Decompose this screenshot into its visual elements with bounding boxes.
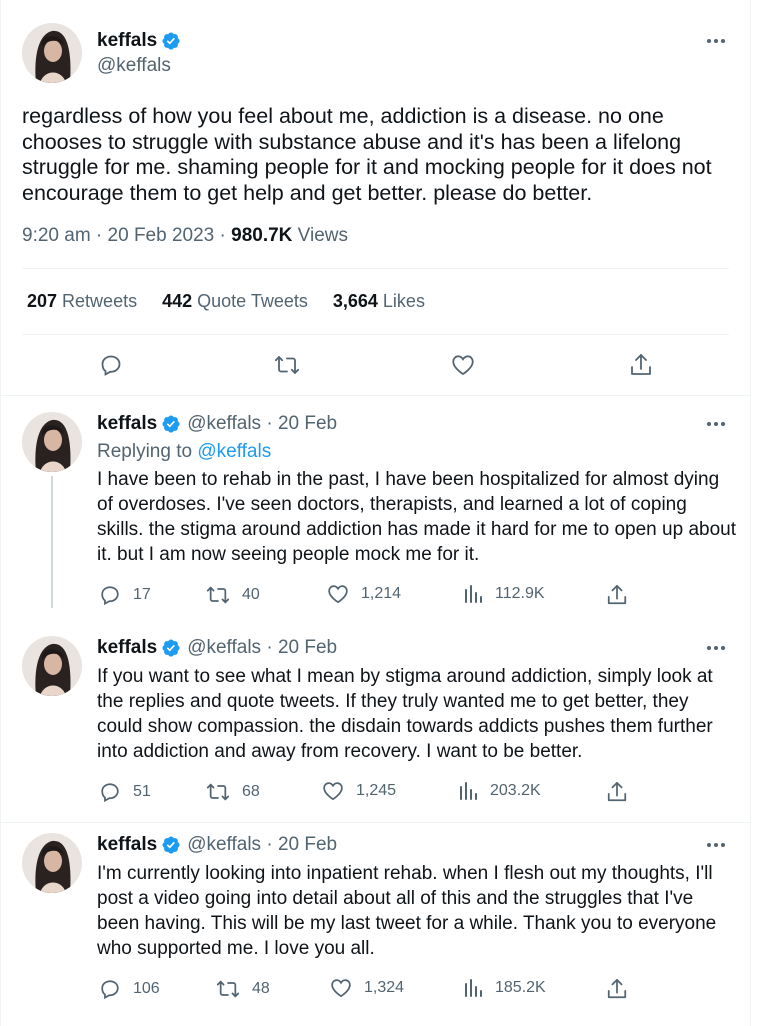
views-count: 185.2K xyxy=(495,979,546,996)
author-name-row: keffals @keffals · 20 Feb xyxy=(97,413,337,435)
like-icon xyxy=(323,782,343,801)
avatar-image xyxy=(22,833,82,893)
retweets-stat[interactable]: 207 Retweets xyxy=(27,291,137,312)
likes-count: 3,664 xyxy=(332,291,378,311)
verified-badge-icon xyxy=(161,638,181,658)
quote-tweets-stat[interactable]: 442 Quote Tweets xyxy=(162,291,308,312)
author-handle[interactable]: @keffals · 20 Feb xyxy=(187,413,337,435)
author-handle[interactable]: @keffals · 20 Feb xyxy=(187,834,337,856)
retweet-icon xyxy=(216,980,240,998)
author-name[interactable]: keffals xyxy=(97,834,157,856)
views-button[interactable]: 185.2K xyxy=(463,978,546,998)
retweet-icon xyxy=(206,586,230,604)
reply-button[interactable]: 51 xyxy=(99,781,151,803)
avatar-image xyxy=(22,636,82,696)
share-icon[interactable] xyxy=(629,352,653,383)
like-icon xyxy=(328,585,348,604)
views-button[interactable]: 203.2K xyxy=(458,781,541,801)
tweet-text: I have been to rehab in the past, I have… xyxy=(97,469,736,565)
author-handle[interactable]: @keffals · 20 Feb xyxy=(187,637,337,659)
like-icon xyxy=(331,979,351,998)
tweet-stats: 207 Retweets 442 Quote Tweets 3,664 Like… xyxy=(27,291,450,312)
like-button[interactable]: 1,324 xyxy=(330,978,404,998)
avatar[interactable] xyxy=(22,412,82,472)
tweet-meta: 9:20 am · 20 Feb 2023 · 980.7K Views xyxy=(22,225,348,247)
share-icon[interactable] xyxy=(606,583,628,612)
retweet-button[interactable]: 48 xyxy=(216,978,270,1000)
like-button[interactable]: 1,214 xyxy=(327,584,401,604)
verified-badge-icon xyxy=(161,31,181,51)
replying-to-label: Replying to xyxy=(97,441,198,462)
reply-icon xyxy=(101,980,119,1000)
share-icon[interactable] xyxy=(606,977,628,1006)
share-icon[interactable] xyxy=(606,780,628,809)
views-icon xyxy=(465,585,482,603)
retweet-count: 40 xyxy=(242,586,260,603)
replying-to-link[interactable]: @keffals xyxy=(197,441,271,462)
tweet-timestamp[interactable]: 9:20 am · 20 Feb 2023 · xyxy=(22,225,231,246)
divider xyxy=(1,395,750,396)
retweet-button[interactable]: 40 xyxy=(206,584,260,606)
author-name[interactable]: keffals xyxy=(97,30,157,52)
reply-count: 17 xyxy=(133,586,151,603)
like-icon[interactable] xyxy=(451,354,475,381)
views-button[interactable]: 112.9K xyxy=(463,584,545,604)
reply-button[interactable]: 106 xyxy=(99,978,160,1000)
tweet-text: regardless of how you feel about me, add… xyxy=(22,104,712,205)
quote-tweets-count: 442 xyxy=(162,291,193,311)
views-icon xyxy=(460,782,477,800)
retweet-count: 68 xyxy=(242,783,260,800)
retweet-icon xyxy=(206,783,230,801)
retweets-count: 207 xyxy=(27,291,58,311)
divider xyxy=(22,268,729,269)
views-count: 203.2K xyxy=(490,782,541,799)
views-count: 112.9K xyxy=(495,585,545,602)
more-icon[interactable] xyxy=(707,420,727,428)
like-count: 1,245 xyxy=(356,782,397,799)
verified-badge-icon xyxy=(161,835,181,855)
more-icon[interactable] xyxy=(707,644,727,652)
reply-button[interactable]: 17 xyxy=(99,584,151,606)
avatar[interactable] xyxy=(22,636,82,696)
tweet-text: If you want to see what I mean by stigma… xyxy=(97,666,713,762)
thread-line xyxy=(51,476,53,608)
retweets-label: Retweets xyxy=(57,291,138,311)
author-name[interactable]: keffals xyxy=(97,413,157,435)
divider xyxy=(1,822,750,823)
tweet-text: I'm currently looking into inpatient reh… xyxy=(97,863,717,959)
reply-icon[interactable] xyxy=(99,353,123,382)
author-handle[interactable]: @keffals xyxy=(97,55,171,77)
likes-label: Likes xyxy=(377,291,425,311)
author-name-row: keffals @keffals · 20 Feb xyxy=(97,834,337,856)
replying-to: Replying to @keffals xyxy=(97,441,271,463)
avatar-image xyxy=(22,412,82,472)
like-count: 1,324 xyxy=(364,979,405,996)
avatar[interactable] xyxy=(22,23,82,83)
divider xyxy=(22,334,729,335)
retweet-button[interactable]: 68 xyxy=(206,781,260,803)
author-name[interactable]: keffals xyxy=(97,637,157,659)
reply-count: 106 xyxy=(133,980,160,997)
like-button[interactable]: 1,245 xyxy=(322,781,396,801)
more-icon[interactable] xyxy=(707,841,727,849)
likes-stat[interactable]: 3,664 Likes xyxy=(333,291,425,312)
more-icon[interactable] xyxy=(707,37,727,45)
author-name-row: keffals xyxy=(97,30,181,52)
author-name-row: keffals @keffals · 20 Feb xyxy=(97,637,337,659)
quote-tweets-label: Quote Tweets xyxy=(192,291,308,311)
retweet-count: 48 xyxy=(252,980,270,997)
views-icon xyxy=(465,979,482,997)
reply-icon xyxy=(101,586,119,606)
reply-count: 51 xyxy=(133,783,151,800)
views-label: Views xyxy=(292,225,349,246)
tweet-thread: keffals @keffals regardless of how you f… xyxy=(0,0,751,1026)
like-count: 1,214 xyxy=(361,585,402,602)
avatar[interactable] xyxy=(22,833,82,893)
reply-icon xyxy=(101,783,119,803)
retweet-icon[interactable] xyxy=(274,353,300,382)
views-count: 980.7K xyxy=(231,225,293,246)
verified-badge-icon xyxy=(161,414,181,434)
avatar-image xyxy=(22,23,82,83)
